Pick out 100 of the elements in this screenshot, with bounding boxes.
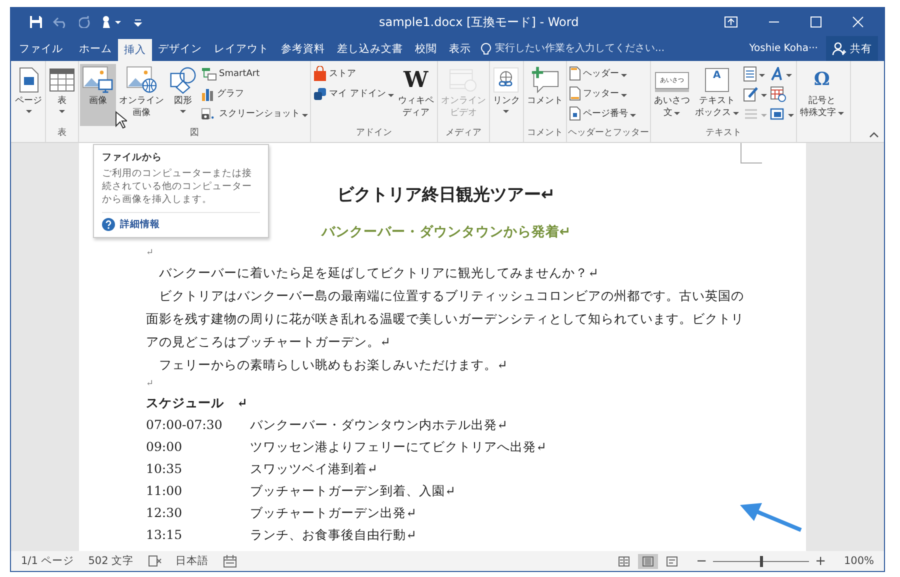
ribbon-button[interactable]: 図形 [167, 64, 199, 126]
ribbon-tab[interactable]: 差し込み文書 [331, 36, 409, 61]
help-icon [102, 218, 115, 232]
ribbon-button[interactable]: Ω 記号と 特殊文字 [798, 64, 846, 126]
group-label: アドイン [356, 128, 392, 138]
ribbon-button[interactable]: 表 [47, 64, 77, 126]
caret-icon [760, 94, 767, 96]
ribbon-button[interactable]: A テキスト ボックス [692, 64, 741, 126]
schedule-heading: スケジュール ↵ [146, 394, 248, 412]
paragraph: ビクトリアはバンクーバー島の最南端に位置するブリティッシュコロンビアの州都です。古い英国の面影を残す建物の周りに花が咲き乱れる温暖で美しいガーデンシティとして知られています。ビクトリアの見どころはブッチャートガーデン。↵ [146, 287, 745, 351]
close-icon[interactable] [852, 16, 864, 28]
schedule-item: ブッチャートガーデン到着、入園↵ [250, 482, 456, 500]
schedule-time: 09:00 [146, 438, 184, 456]
schedule-time: 10:35 [146, 460, 184, 478]
group-label: ヘッダーとフッター [568, 128, 649, 138]
caret-icon [302, 114, 308, 116]
schedule-item: スワッツベイ港到着↵ [250, 460, 378, 478]
ribbon-button[interactable]: ストア [312, 64, 395, 83]
ribbon-button[interactable]: フッター [568, 84, 637, 103]
ribbon-button[interactable]: ページ番号 [568, 104, 637, 123]
more-info-link[interactable]: 詳細情報 [120, 218, 160, 232]
ribbon-button[interactable]: コメント [524, 64, 565, 126]
calendar-icon [770, 86, 786, 102]
macro-icon[interactable] [222, 554, 237, 568]
schedule-item: ランチ、お食事後自由行動↵ [250, 526, 416, 544]
w-logo-icon: W [404, 69, 428, 91]
caret-icon [674, 112, 680, 114]
ribbon-button[interactable]: マイ アドイン [312, 84, 395, 103]
ribbon-button[interactable]: スクリーンショット [200, 104, 309, 123]
smartart-icon [201, 66, 217, 80]
lines-icon [742, 106, 759, 120]
page-icon [568, 106, 581, 121]
picture-icon [82, 66, 114, 94]
ribbon-button[interactable]: SmartArt [200, 64, 309, 83]
window-title: sample1.docx [互換モード] - Word [378, 14, 580, 30]
schedule-item: ブッチャートガーデン出発↵ [250, 504, 416, 522]
caret-icon [760, 114, 767, 116]
ribbon-tab[interactable]: ホーム [73, 36, 118, 61]
schedule-time: 07:00-07:30 [146, 416, 224, 434]
comment-icon [530, 66, 560, 94]
ribbon-button[interactable]: リンク [490, 64, 522, 126]
ribbon-tab[interactable]: 校閲 [409, 36, 443, 61]
caret-icon [630, 114, 636, 116]
save-icon[interactable] [29, 15, 43, 29]
ribbon-tab[interactable]: 挿入 [118, 39, 152, 61]
caret-icon [388, 94, 394, 96]
ribbon-tab[interactable]: デザイン [152, 36, 208, 61]
proofing-icon[interactable] [148, 555, 162, 567]
omega-icon: Ω [814, 71, 830, 89]
zoom-in-button[interactable]: + [815, 554, 826, 568]
word-count[interactable]: 502 文字 [88, 554, 134, 568]
window-icon [770, 106, 786, 120]
group-label: メディア [445, 128, 482, 138]
caret-icon [732, 112, 739, 114]
schedule-time: 11:00 [146, 482, 184, 500]
ribbon-button[interactable]: グラフ [200, 84, 309, 103]
ribbon-tab[interactable]: レイアウト [208, 36, 275, 61]
group-label: コメント [526, 128, 563, 138]
document-title: ビクトリア終日観光ツアー↵ [336, 184, 556, 207]
collapse-icon[interactable] [869, 132, 879, 138]
share-button[interactable]: 共有 [826, 36, 878, 61]
caret-icon [180, 110, 186, 113]
bar-chart-icon [201, 86, 215, 100]
ribbon-tab[interactable]: ファイル [11, 36, 73, 61]
ribbon-tab[interactable]: 参考資料 [275, 36, 331, 61]
mouse-pointer-icon [115, 111, 127, 129]
ribbon-button[interactable]: W ウィキペ ディア [396, 64, 436, 126]
caret-icon [620, 74, 627, 76]
link-icon [493, 67, 520, 93]
ribbon-button[interactable]: 画像 [80, 64, 116, 126]
view-icon [666, 556, 678, 566]
paragraph-mark: ↵ [146, 378, 154, 391]
paragraph: フェリーからの素晴らしい眺めもお楽しみいただけます。↵ [158, 356, 508, 374]
document-icon [742, 66, 757, 82]
ribbon-button[interactable]: ページ [13, 64, 44, 126]
zoom-out-button[interactable]: − [696, 554, 708, 568]
maximize-icon[interactable] [810, 16, 822, 28]
tooltip-text: ご利用のコンピューターまたは接続されている他のコンピューターから画像を挿入します。 [102, 168, 260, 214]
caret-icon [786, 74, 792, 76]
redo-icon[interactable] [79, 16, 91, 28]
caret-icon [503, 110, 510, 113]
zoom-level[interactable]: 100% [844, 555, 874, 567]
user-name[interactable]: Yoshie Koha··· [749, 43, 818, 54]
schedule-item: ツワッセン港よりフェリーにてビクトリアへ出発↵ [250, 438, 546, 456]
caret-icon [620, 94, 627, 96]
page-count[interactable]: 1/1 ページ [21, 554, 74, 568]
page-icon [18, 67, 40, 93]
group-label: 図 [190, 128, 199, 138]
paragraph: バンクーバーに着いたら足を延ばしてビクトリアに観光してみませんか？↵ [158, 264, 600, 282]
view-button[interactable] [638, 554, 658, 568]
page-icon [568, 66, 581, 81]
cube-icon [313, 86, 327, 100]
ribbon-options-icon[interactable] [724, 16, 738, 28]
language[interactable]: 日本語 [176, 554, 209, 568]
text-box-icon: A [704, 68, 729, 92]
ribbon-tab[interactable]: 表示 [443, 36, 477, 61]
touch-mode-icon[interactable] [101, 15, 123, 29]
schedule-item: バンクーバー・ダウンタウン内ホテル出発↵ [250, 416, 508, 434]
document-subtitle: バンクーバー・ダウンタウンから発着↵ [321, 223, 571, 242]
ribbon-button[interactable]: ヘッダー [568, 64, 637, 83]
